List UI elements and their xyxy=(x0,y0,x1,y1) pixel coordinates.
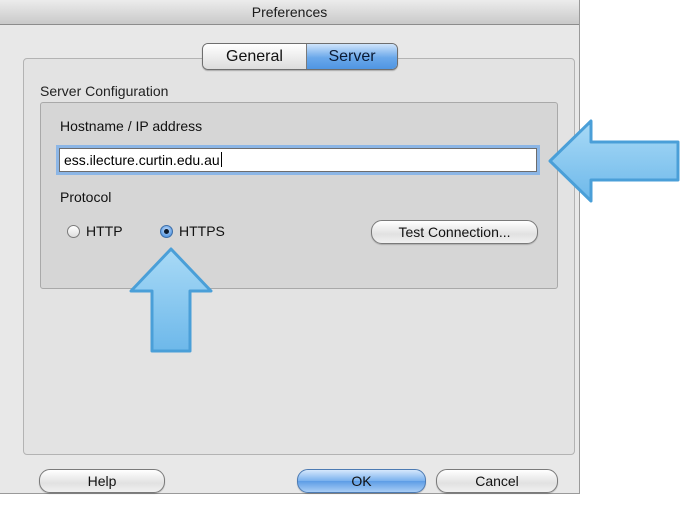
title-bar[interactable]: Preferences xyxy=(0,0,579,25)
http-radio-button[interactable] xyxy=(67,224,80,238)
hostname-field[interactable]: ess.ilecture.curtin.edu.au xyxy=(59,148,537,172)
https-radio[interactable]: HTTPS xyxy=(160,221,225,241)
ok-button[interactable]: OK xyxy=(297,469,426,493)
https-radio-label: HTTPS xyxy=(179,223,225,239)
https-radio-button[interactable] xyxy=(160,224,173,238)
protocol-label: Protocol xyxy=(60,189,112,205)
left-pointing-arrow-icon xyxy=(548,119,680,203)
help-button[interactable]: Help xyxy=(39,469,165,493)
tab-server[interactable]: Server xyxy=(307,44,397,69)
text-caret xyxy=(220,152,222,167)
server-configuration-label: Server Configuration xyxy=(40,83,169,99)
cancel-button[interactable]: Cancel xyxy=(436,469,558,493)
tab-general[interactable]: General xyxy=(203,44,307,69)
test-connection-button[interactable]: Test Connection... xyxy=(371,220,538,244)
tab-bar: General Server xyxy=(202,43,398,70)
hostname-value: ess.ilecture.curtin.edu.au xyxy=(64,152,220,168)
hostname-label: Hostname / IP address xyxy=(60,118,203,134)
up-pointing-arrow-icon xyxy=(129,247,213,353)
window-title: Preferences xyxy=(251,4,328,20)
http-radio[interactable]: HTTP xyxy=(67,221,123,241)
http-radio-label: HTTP xyxy=(86,223,123,239)
